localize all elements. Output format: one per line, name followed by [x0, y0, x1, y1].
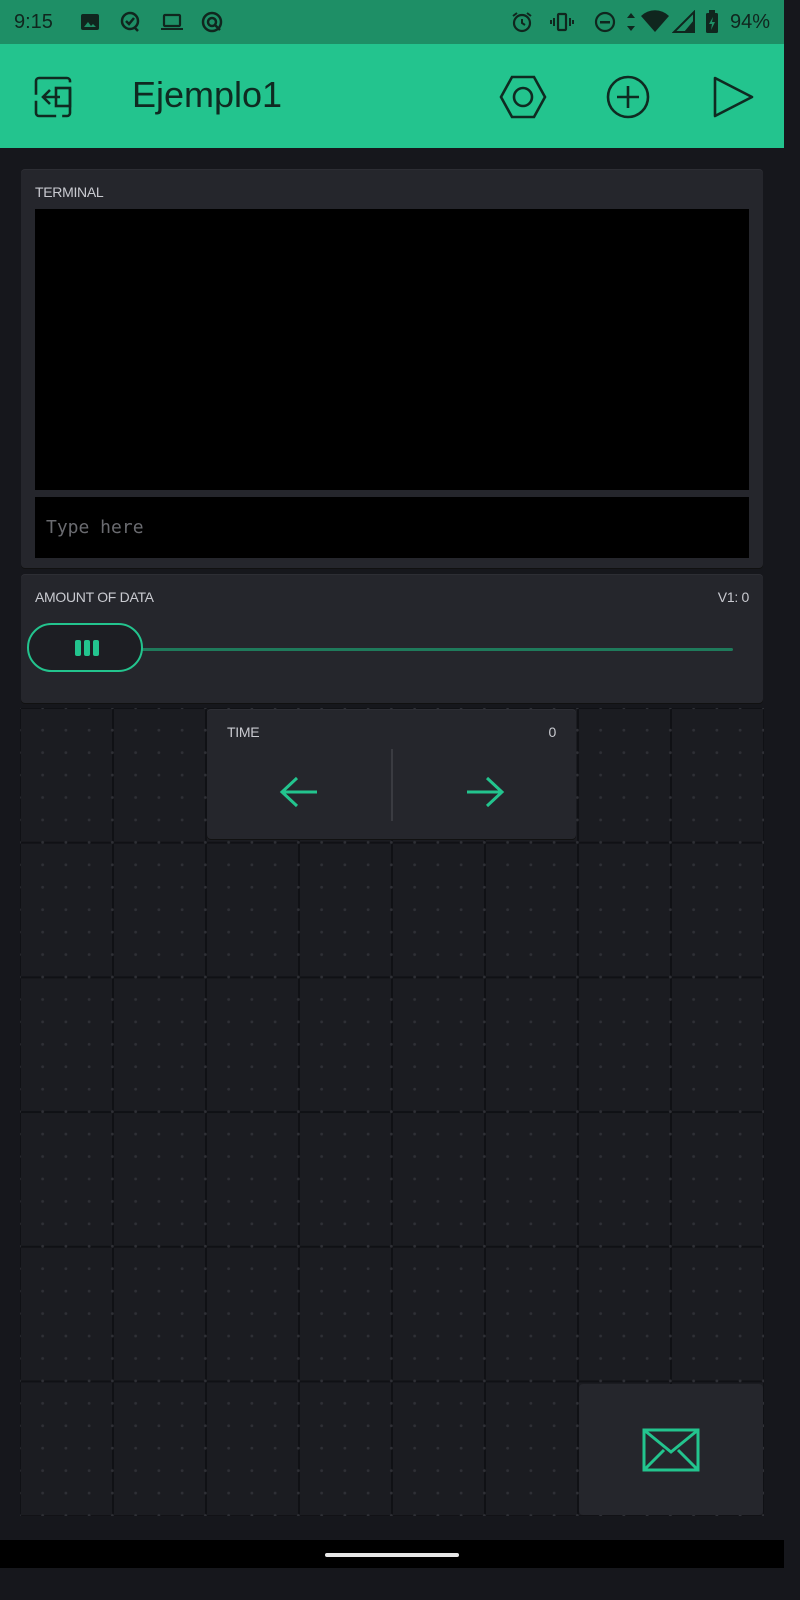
- add-widget-button[interactable]: [601, 70, 655, 124]
- app-bar: Ejemplo1: [0, 44, 784, 148]
- terminal-input[interactable]: [35, 497, 749, 558]
- slider-widget: AMOUNT OF DATA V1: 0: [21, 574, 763, 703]
- slider-handle[interactable]: [27, 623, 143, 672]
- terminal-output: [35, 209, 749, 490]
- left-arrow-icon: [279, 776, 317, 808]
- step-increment-button[interactable]: [393, 749, 577, 835]
- quickly-icon: [120, 11, 140, 32]
- grip-bar: [93, 640, 99, 656]
- navigation-bar: [0, 1540, 784, 1568]
- add-icon: [606, 75, 650, 119]
- grip-bar: [84, 640, 90, 656]
- status-time: 9:15: [14, 11, 53, 33]
- play-button[interactable]: [706, 70, 760, 124]
- exit-icon: [34, 76, 72, 118]
- step-value: 0: [548, 724, 557, 740]
- no-disturb-app-icon: [201, 11, 223, 33]
- battery-percent: 94%: [729, 11, 770, 33]
- wifi-icon: [641, 10, 669, 32]
- grip-bar: [75, 640, 81, 656]
- email-widget[interactable]: [579, 1384, 763, 1515]
- battery-icon: [706, 10, 718, 33]
- step-widget: TIME 0: [207, 709, 576, 839]
- laptop-icon: [161, 13, 183, 30]
- step-label: TIME: [227, 724, 260, 740]
- settings-button[interactable]: [496, 70, 550, 124]
- slider-track[interactable]: [141, 648, 733, 651]
- vibrate-icon: [550, 12, 574, 32]
- right-arrow-icon: [467, 776, 505, 808]
- slider-label: AMOUNT OF DATA: [35, 589, 154, 605]
- home-gesture-pill[interactable]: [325, 1553, 459, 1557]
- step-decrement-button[interactable]: [207, 749, 391, 835]
- alarm-icon: [512, 12, 532, 33]
- play-icon: [713, 76, 754, 118]
- image-icon: [81, 14, 99, 30]
- data-arrows-icon: [627, 13, 635, 31]
- terminal-widget: TERMINAL: [21, 169, 763, 568]
- dnd-icon: [594, 11, 616, 33]
- slider-pin-value: V1: 0: [717, 589, 750, 605]
- exit-button[interactable]: [26, 70, 80, 124]
- status-bar: 9:15 94%: [0, 0, 784, 44]
- terminal-label: TERMINAL: [35, 184, 104, 200]
- settings-hex-icon: [499, 75, 547, 119]
- signal-icon: [672, 10, 695, 33]
- project-title: Ejemplo1: [132, 74, 283, 115]
- email-icon: [642, 1428, 700, 1471]
